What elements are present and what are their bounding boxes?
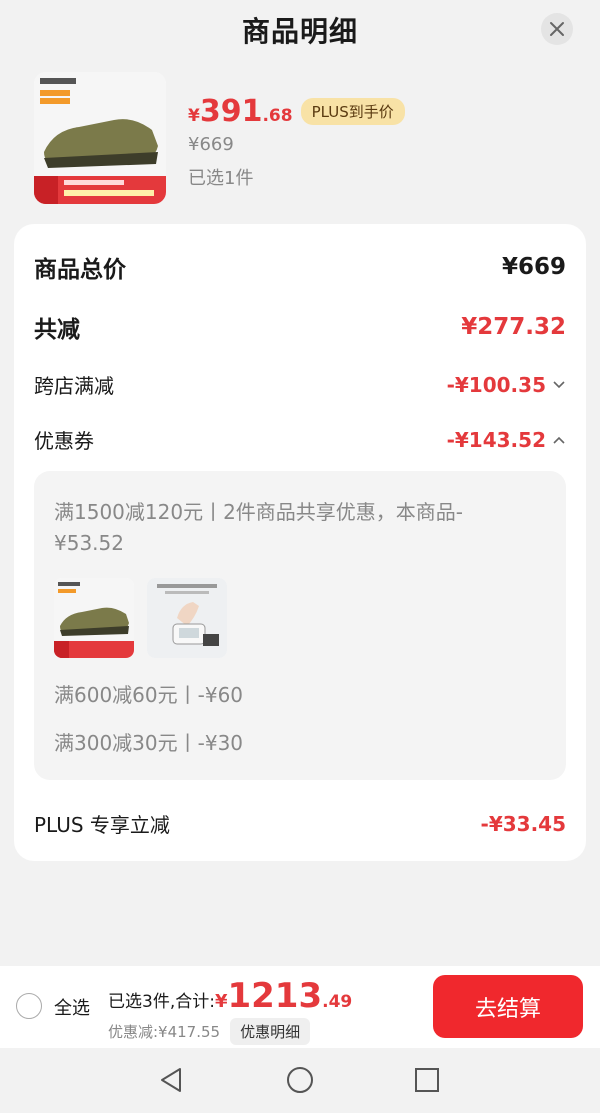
chevron-down-icon bbox=[553, 380, 565, 388]
coupon-product-thumbnail[interactable] bbox=[54, 578, 134, 658]
cross-store-row[interactable]: 跨店满减 -¥100.35 bbox=[34, 370, 566, 399]
close-icon bbox=[550, 22, 564, 36]
price-integer: 391 bbox=[199, 94, 263, 129]
home-circle-icon bbox=[287, 1067, 313, 1093]
discount-detail-button[interactable]: 优惠明细 bbox=[230, 1018, 311, 1045]
sum-symbol: ¥ bbox=[214, 991, 228, 1012]
product-thumbnail[interactable] bbox=[34, 72, 166, 204]
close-button[interactable] bbox=[541, 13, 573, 45]
nav-home-button[interactable] bbox=[283, 1063, 317, 1097]
coupon-product-thumbnail[interactable] bbox=[147, 578, 227, 658]
nav-recents-button[interactable] bbox=[410, 1063, 444, 1097]
sum-decimal: .49 bbox=[322, 992, 353, 1012]
reduce-row: 共减 ¥277.32 bbox=[34, 310, 566, 344]
reduce-value: ¥277.32 bbox=[461, 314, 566, 340]
reduce-label: 共减 bbox=[34, 317, 80, 343]
total-summary: 已选3件,合计: ¥ 1213 .49 bbox=[108, 976, 352, 1016]
system-nav-bar bbox=[0, 1048, 600, 1113]
selected-count: 已选1件 bbox=[188, 168, 254, 189]
cross-store-label: 跨店满减 bbox=[34, 374, 114, 398]
chevron-up-icon bbox=[553, 436, 565, 444]
sum-integer: 1213 bbox=[227, 976, 323, 1016]
price-symbol: ¥ bbox=[188, 106, 200, 126]
plus-discount-label: PLUS 专享立减 bbox=[34, 813, 170, 837]
discount-amount: 优惠减:¥417.55 bbox=[108, 1023, 221, 1041]
nav-back-button[interactable] bbox=[154, 1063, 188, 1097]
coupon-description: 满1500减120元丨2件商品共享优惠，本商品-¥53.52 bbox=[54, 500, 464, 555]
total-label: 商品总价 bbox=[34, 257, 126, 283]
coupon-line-600: 满600减60元丨-¥60 bbox=[54, 683, 244, 707]
plus-price-tag: PLUS到手价 bbox=[300, 98, 405, 125]
original-price: ¥669 bbox=[188, 134, 234, 155]
price-decimal: .68 bbox=[262, 106, 293, 126]
sheet-title: 商品明细 bbox=[241, 15, 358, 48]
coupon-row[interactable]: 优惠券 -¥143.52 bbox=[34, 425, 566, 454]
blood-pressure-monitor-image bbox=[147, 578, 227, 658]
coupon-value: -¥143.52 bbox=[446, 427, 546, 452]
summary-label: 已选3件,合计: bbox=[108, 992, 215, 1012]
sheet-header: 商品明细 bbox=[0, 0, 600, 60]
product-summary: ¥ 391 .68 PLUS到手价 ¥669 已选1件 bbox=[34, 72, 574, 207]
back-triangle-icon bbox=[161, 1068, 181, 1092]
plus-discount-value: -¥33.45 bbox=[480, 811, 566, 836]
coupon-detail-panel: 满1500减120元丨2件商品共享优惠，本商品-¥53.52 满600减60元丨… bbox=[34, 471, 566, 780]
price-breakdown-card: 商品总价 ¥669 共减 ¥277.32 跨店满减 -¥100.35 优惠券 -… bbox=[14, 224, 586, 861]
checkout-button[interactable]: 去结算 bbox=[433, 975, 583, 1038]
total-row: 商品总价 ¥669 bbox=[34, 250, 566, 284]
checkout-bar: 全选 已选3件,合计: ¥ 1213 .49 优惠减:¥417.55 优惠明细 … bbox=[0, 966, 600, 1048]
plus-discount-row: PLUS 专享立减 -¥33.45 bbox=[34, 809, 566, 838]
coupon-line-300: 满300减30元丨-¥30 bbox=[54, 731, 244, 755]
shoe-image bbox=[54, 578, 134, 658]
total-value: ¥669 bbox=[501, 254, 566, 280]
price-row: ¥ 391 .68 PLUS到手价 bbox=[188, 94, 405, 129]
recents-square-icon bbox=[415, 1068, 439, 1092]
discount-summary: 优惠减:¥417.55 优惠明细 bbox=[108, 1018, 311, 1045]
select-all-checkbox[interactable] bbox=[16, 993, 42, 1019]
coupon-label: 优惠券 bbox=[34, 429, 94, 453]
cross-store-value: -¥100.35 bbox=[446, 372, 546, 397]
shoe-image bbox=[34, 72, 166, 204]
select-all-label[interactable]: 全选 bbox=[54, 994, 90, 1020]
